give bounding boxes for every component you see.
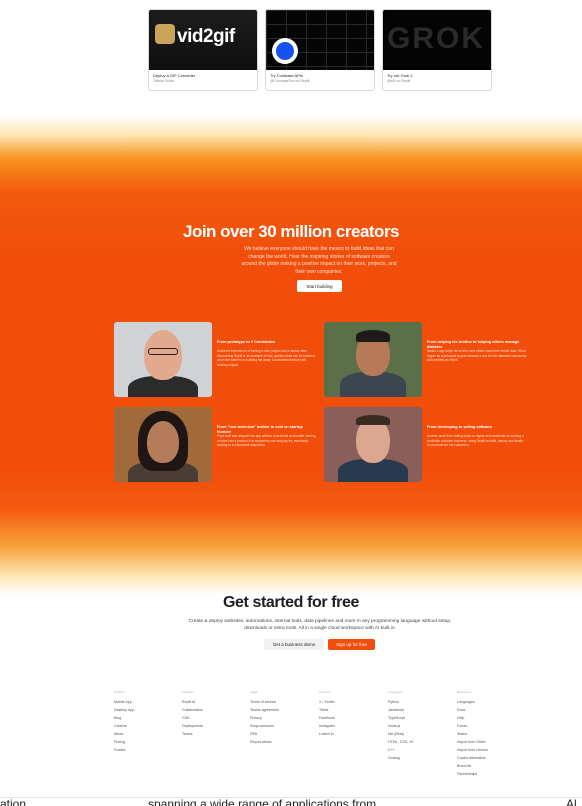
story-photo: [114, 407, 212, 482]
footer-link[interactable]: Teams agreement: [250, 706, 310, 714]
business-demo-button[interactable]: Get a business demo: [264, 639, 324, 650]
template-card-gif-converter[interactable]: vid2gif Deploy a GIF Converter Official …: [148, 9, 258, 91]
footer-link[interactable]: Linked In: [319, 730, 379, 738]
footer-link[interactable]: Collaboration: [182, 706, 242, 714]
story-text: Andrew went from writing code on nights …: [427, 434, 524, 448]
footer-link[interactable]: Brand kit: [457, 762, 517, 770]
footer-link[interactable]: X / Twitter: [319, 698, 379, 706]
footer-column-legal: Legal Terms of service Teams agreement Priv…: [250, 690, 310, 746]
footer-link[interactable]: Python: [388, 698, 448, 706]
footer-link[interactable]: Pricing: [114, 738, 174, 746]
story-title: From prototype to Y Combinator: [217, 340, 276, 344]
get-started-description: Create & deploy websites, automations, i…: [188, 619, 452, 631]
story-card[interactable]: From helping his brother to helping othe…: [324, 322, 534, 397]
preview-text-left: ation: [0, 797, 27, 806]
next-section-preview: ation spanning a wide range of applicati…: [0, 797, 582, 806]
creators-description: We believe everyone should have the mean…: [241, 246, 397, 275]
footer-link[interactable]: CDE: [182, 714, 242, 722]
footer-link[interactable]: Mobile App: [114, 698, 174, 706]
footer-link[interactable]: Desktop App: [114, 706, 174, 714]
footer-column-features: Features Replit AI Collaboration CDE Deploym…: [182, 690, 242, 738]
footer-link[interactable]: Careers: [114, 722, 174, 730]
thumbnail-logo-text: GROK: [387, 22, 485, 55]
footer-link[interactable]: Forum: [457, 722, 517, 730]
footer-column-product: Product Mobile App Desktop App Blog Careers A…: [114, 690, 174, 754]
footer-link[interactable]: Deployments: [182, 722, 242, 730]
footer-link[interactable]: Tiktok: [319, 706, 379, 714]
footer-link[interactable]: TypeScript: [388, 714, 448, 722]
story-card[interactable]: From developing to selling software Andr…: [324, 407, 534, 482]
footer-link[interactable]: Javascript: [388, 706, 448, 714]
footer-link[interactable]: HTML, CSS, JS: [388, 738, 448, 746]
footer-column-resources: Resources Languages Docs Help Forum Status Imp…: [457, 690, 517, 778]
footer-link[interactable]: Report abuse: [250, 738, 310, 746]
coinbase-logo-icon: [272, 38, 298, 64]
footer-link[interactable]: Import from Heroku: [457, 746, 517, 754]
story-text: Nasim's app helps his brother and others…: [427, 349, 527, 363]
footer-column-heading: Resources: [457, 690, 472, 694]
footer-link[interactable]: About: [114, 730, 174, 738]
start-building-button[interactable]: Start building: [297, 280, 342, 292]
footer-link[interactable]: Replit AI: [182, 698, 242, 706]
footer-column-heading: Product: [114, 690, 125, 694]
footer-column-heading: Features: [182, 690, 194, 694]
camera-icon: [155, 24, 175, 44]
sign-up-button[interactable]: Sign up for free: [328, 639, 375, 650]
footer-link[interactable]: Guides: [114, 746, 174, 754]
footer-link[interactable]: Instagram: [319, 722, 379, 730]
get-started-heading: Get started for free: [222, 594, 360, 611]
footer-link[interactable]: Status: [457, 730, 517, 738]
thumbnail-logo-text: vid2gif: [177, 26, 235, 47]
footer-link[interactable]: Docs: [457, 706, 517, 714]
footer-link[interactable]: Languages: [457, 698, 517, 706]
template-card-grok[interactable]: GROK Try xAI Grok 2 @xAI on Replit: [382, 9, 492, 91]
story-photo: [324, 407, 422, 482]
footer-link[interactable]: Import from Glitch: [457, 738, 517, 746]
footer-column-connect: Connect X / Twitter Tiktok Facebook Instagra…: [319, 690, 379, 738]
template-thumbnail: GROK: [383, 10, 491, 70]
template-cards: vid2gif Deploy a GIF Converter Official …: [148, 0, 492, 92]
template-card-coinbase[interactable]: Try Coinbase APIs @CoinbaseDev on Replit: [265, 9, 375, 91]
story-card[interactable]: From prototype to Y Combinator Andrew's …: [114, 322, 324, 397]
story-text: Priya built and shipped her app without …: [217, 434, 316, 448]
footer-link[interactable]: Facebook: [319, 714, 379, 722]
footer-link[interactable]: Privacy: [250, 714, 310, 722]
footer-link[interactable]: DPA: [250, 730, 310, 738]
footer-column-languages: Languages Python Javascript TypeScript Node.…: [388, 690, 448, 762]
footer-column-heading: Languages: [388, 690, 403, 694]
preview-text-right: Al: [566, 797, 577, 806]
footer-link[interactable]: Nix (Beta): [388, 730, 448, 738]
template-author: @xAI on Replit: [387, 79, 411, 83]
footer-link[interactable]: Subprocessors: [250, 722, 310, 730]
story-text: Andrew's experience of turning a side pr…: [217, 349, 315, 367]
footer-link[interactable]: Help: [457, 714, 517, 722]
footer-link[interactable]: Blog: [114, 714, 174, 722]
template-thumbnail: [266, 10, 374, 70]
footer-column-heading: Connect: [319, 690, 331, 694]
story-card[interactable]: From "non-technical" builder to sold on …: [114, 407, 324, 482]
template-thumbnail: vid2gif: [149, 10, 257, 70]
creators-section: Join over 30 million creators We believe…: [0, 115, 582, 595]
preview-text-center: spanning a wide range of applications fr…: [148, 797, 377, 806]
footer-link[interactable]: Golang: [388, 754, 448, 762]
story-photo: [324, 322, 422, 397]
template-author: Official Guide: [153, 79, 174, 83]
template-author: @CoinbaseDev on Replit: [270, 79, 310, 83]
footer-link[interactable]: Partnerships: [457, 770, 517, 778]
creators-heading: Join over 30 million creators: [182, 222, 400, 241]
story-title: From developing to selling software: [427, 425, 492, 429]
footer-link[interactable]: Node.js: [388, 722, 448, 730]
footer-link[interactable]: Terms of service: [250, 698, 310, 706]
footer-column-heading: Legal: [250, 690, 258, 694]
footer-link[interactable]: C++: [388, 746, 448, 754]
footer-link[interactable]: Teams: [182, 730, 242, 738]
story-photo: [114, 322, 212, 397]
footer-link[interactable]: Copilot alternative: [457, 754, 517, 762]
